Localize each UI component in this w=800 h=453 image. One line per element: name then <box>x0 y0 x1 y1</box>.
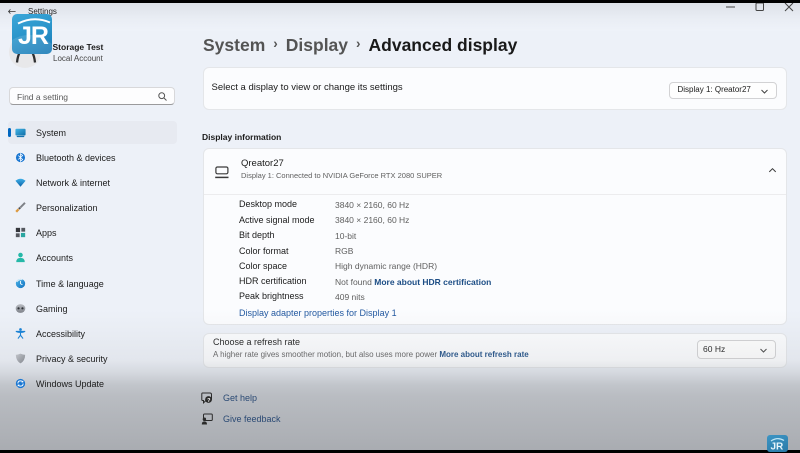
svg-text:JR: JR <box>18 22 49 50</box>
svg-text:JR: JR <box>771 442 785 453</box>
